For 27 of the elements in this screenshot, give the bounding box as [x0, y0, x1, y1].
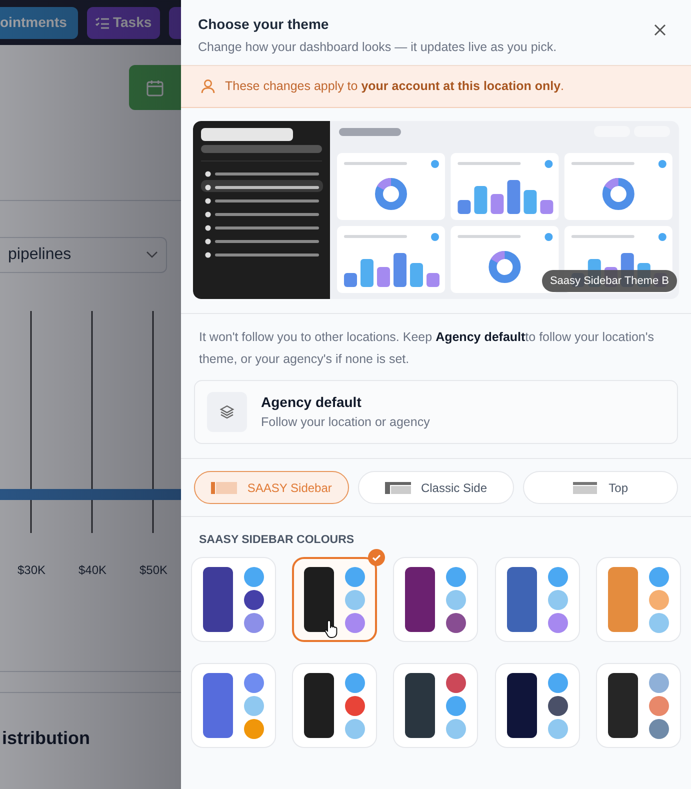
close-button[interactable] — [653, 23, 667, 37]
colour-swatch[interactable] — [292, 557, 378, 642]
layout-tab[interactable]: Classic Side — [358, 471, 514, 504]
panel-title: Choose your theme — [198, 15, 330, 34]
panel-subtitle: Change how your dashboard looks — it updates live as you pick. — [198, 39, 557, 56]
option-subtitle: Follow your location or agency — [261, 414, 430, 432]
calendar-icon — [145, 78, 165, 98]
layout-icon — [211, 482, 238, 494]
notice-text: These changes apply to your account at this location only. — [225, 78, 564, 96]
agency-default-option[interactable]: Agency default Follow your location or agency — [194, 380, 678, 444]
layers-icon — [219, 404, 235, 420]
axis-label: $50K — [138, 562, 169, 579]
axis-label: $40K — [77, 562, 108, 579]
chevron-down-icon — [146, 251, 158, 259]
section-title: istribution — [2, 727, 91, 750]
layout-tab[interactable]: Top — [522, 471, 678, 504]
toolbar-button[interactable]: Tasks — [87, 6, 160, 38]
theme-tooltip: Saasy Sidebar Theme B — [542, 270, 677, 292]
info-text: It won't follow you to other locations. Keep Agency defaultto follow your location's theme, or your agency's if none is set. — [199, 329, 656, 368]
layout-icon — [384, 482, 411, 494]
user-icon — [201, 79, 215, 94]
option-title: Agency default — [261, 393, 362, 412]
check-badge-icon — [368, 549, 386, 566]
section-heading: SAASY SIDEBAR COLOURS — [199, 533, 356, 548]
axis-label: $30K — [16, 562, 47, 579]
checklist-icon — [95, 16, 109, 28]
layout-icon — [572, 482, 599, 494]
